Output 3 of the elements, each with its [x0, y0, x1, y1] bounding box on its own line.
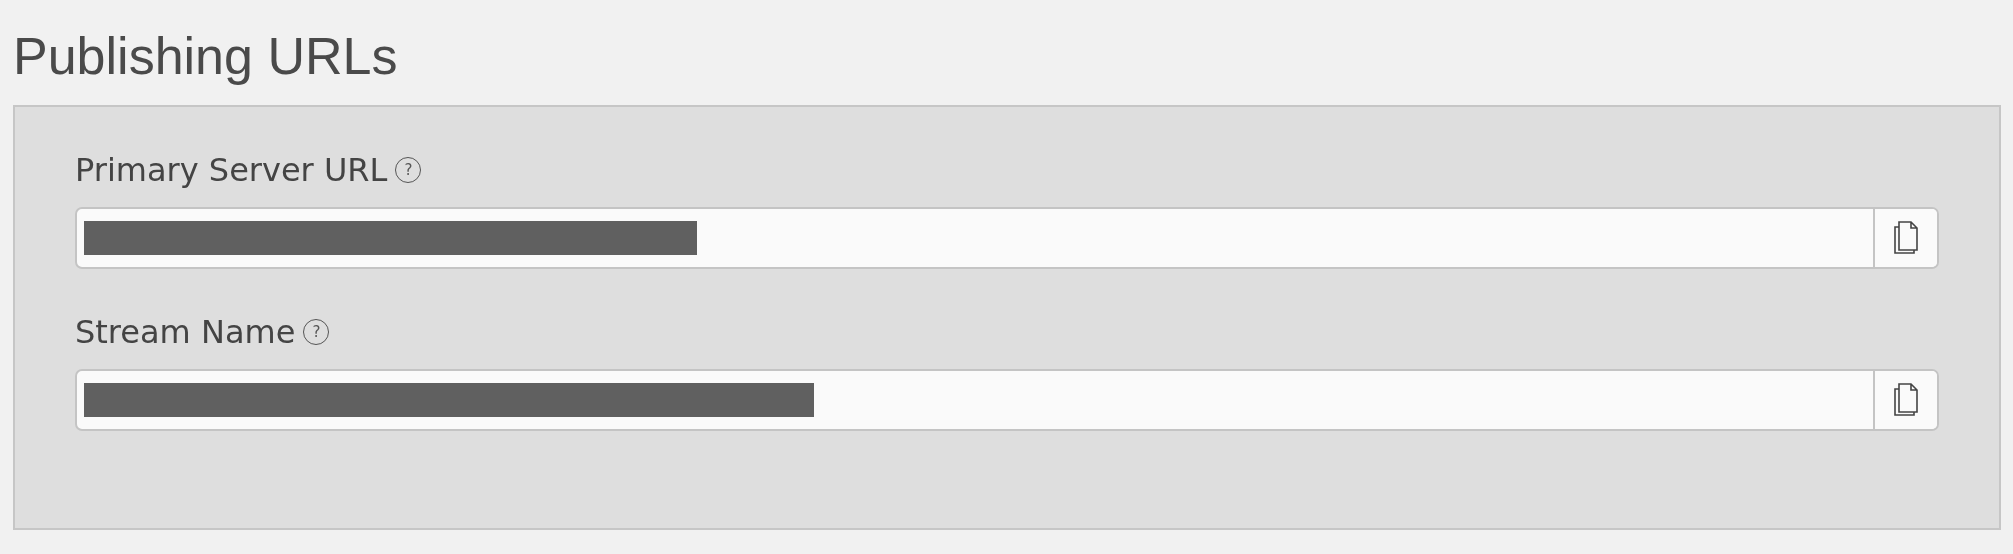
field-label: Primary Server URL: [75, 151, 388, 189]
field-label: Stream Name: [75, 313, 296, 351]
page-title: Publishing URLs: [13, 26, 399, 87]
